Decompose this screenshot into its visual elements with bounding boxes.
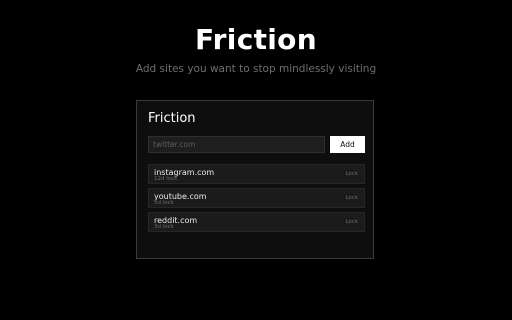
page-subtitle: Add sites you want to stop mindlessly vi… xyxy=(135,63,377,75)
site-lock-duration: 5d lock xyxy=(154,200,174,206)
site-item-reddit[interactable]: reddit.com 3d lock Lock xyxy=(148,212,365,232)
site-list: instagram.com 12d lock Lock youtube.com … xyxy=(148,164,365,236)
add-button[interactable]: Add xyxy=(330,136,365,153)
page: Friction Add sites you want to stop mind… xyxy=(0,0,512,320)
site-item-instagram[interactable]: instagram.com 12d lock Lock xyxy=(148,164,365,184)
sites-panel: Friction Add instagram.com 12d lock Lock… xyxy=(136,100,374,259)
site-item-youtube[interactable]: youtube.com 5d lock Lock xyxy=(148,188,365,208)
lock-button[interactable]: Lock xyxy=(345,170,358,178)
site-input[interactable] xyxy=(148,136,325,153)
site-lock-duration: 3d lock xyxy=(154,224,174,230)
panel-title: Friction xyxy=(148,111,196,126)
lock-button[interactable]: Lock xyxy=(345,194,358,202)
page-title: Friction xyxy=(195,23,317,56)
lock-button[interactable]: Lock xyxy=(345,218,358,226)
site-lock-duration: 12d lock xyxy=(154,176,178,182)
